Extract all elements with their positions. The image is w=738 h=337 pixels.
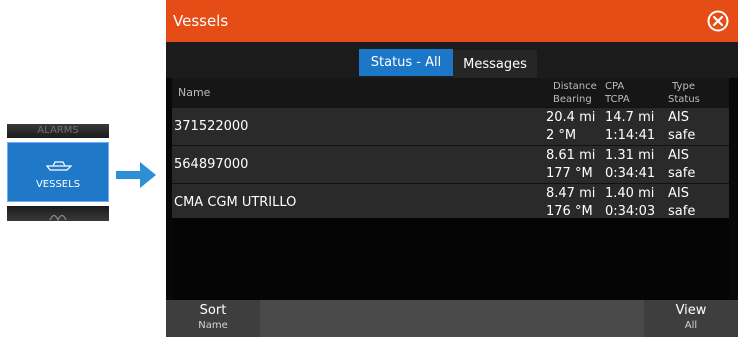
vessel-name: 371522000 — [174, 119, 249, 134]
vessel-icon — [45, 161, 73, 171]
view-value: All — [684, 320, 698, 331]
table-row[interactable]: 564897000 8.61 mi 177 °M 1.31 mi 0:34:41… — [172, 145, 729, 183]
dialog-title: Vessels — [173, 12, 229, 30]
vessel-cpa: 1.40 mi — [605, 186, 655, 201]
partial-icon — [49, 214, 67, 221]
vessel-tcpa: 1:14:41 — [605, 128, 656, 143]
col-type[interactable]: Type — [672, 81, 695, 93]
vessel-bearing: 2 °M — [546, 128, 577, 143]
vessel-tcpa: 0:34:41 — [605, 166, 656, 181]
tab-messages[interactable]: Messages — [453, 50, 537, 78]
menu-item-alarms-label: ALARMS — [37, 125, 79, 136]
table-row[interactable]: 371522000 20.4 mi 2 °M 14.7 mi 1:14:41 A… — [172, 107, 729, 145]
view-label: View — [675, 303, 707, 318]
col-cpa[interactable]: CPA — [605, 81, 624, 93]
col-bearing[interactable]: Bearing — [553, 94, 592, 106]
arrow-right-icon — [116, 162, 156, 188]
vessel-cpa: 14.7 mi — [605, 110, 655, 125]
vessel-type: AIS — [668, 110, 689, 125]
vessel-name: CMA CGM UTRILLO — [174, 195, 297, 210]
vessel-status: safe — [668, 128, 696, 143]
menu-item-vessels-label: VESSELS — [35, 179, 81, 190]
title-bar: Vessels — [166, 0, 738, 42]
empty-list-area — [172, 218, 729, 300]
menu-item-alarms[interactable]: ALARMS — [7, 124, 109, 138]
tab-status-all[interactable]: Status - All — [359, 49, 453, 76]
vessel-distance: 20.4 mi — [546, 110, 596, 125]
view-softkey[interactable]: View All — [644, 300, 738, 337]
col-status[interactable]: Status — [668, 94, 700, 106]
sort-label: Sort — [199, 303, 227, 318]
vessel-distance: 8.61 mi — [546, 148, 596, 163]
col-distance[interactable]: Distance — [553, 81, 597, 93]
softkey-bar: Sort Name View All — [166, 300, 738, 337]
menu-item-vessels[interactable]: VESSELS — [7, 142, 109, 202]
vessels-table: Name Distance Bearing CPA TCPA Type Stat… — [172, 78, 729, 221]
table-row[interactable]: CMA CGM UTRILLO 8.47 mi 176 °M 1.40 mi 0… — [172, 183, 729, 221]
vessel-type: AIS — [668, 186, 689, 201]
tab-bar: Status - All Messages — [166, 42, 738, 78]
menu-item-next[interactable] — [7, 206, 109, 221]
col-name[interactable]: Name — [178, 87, 210, 99]
vessel-cpa: 1.31 mi — [605, 148, 655, 163]
vessels-dialog: Vessels Status - All Messages Name Dista… — [166, 0, 738, 337]
vessel-name: 564897000 — [174, 157, 249, 172]
close-circle-icon[interactable] — [707, 10, 729, 32]
sort-softkey[interactable]: Sort Name — [166, 300, 260, 337]
vessel-type: AIS — [668, 148, 689, 163]
sort-value: Name — [198, 320, 228, 331]
vessel-distance: 8.47 mi — [546, 186, 596, 201]
vessel-status: safe — [668, 166, 696, 181]
table-header: Name Distance Bearing CPA TCPA Type Stat… — [172, 78, 729, 107]
col-tcpa[interactable]: TCPA — [605, 94, 630, 106]
vessel-bearing: 177 °M — [546, 166, 593, 181]
side-menu: ALARMS VESSELS — [7, 124, 109, 221]
